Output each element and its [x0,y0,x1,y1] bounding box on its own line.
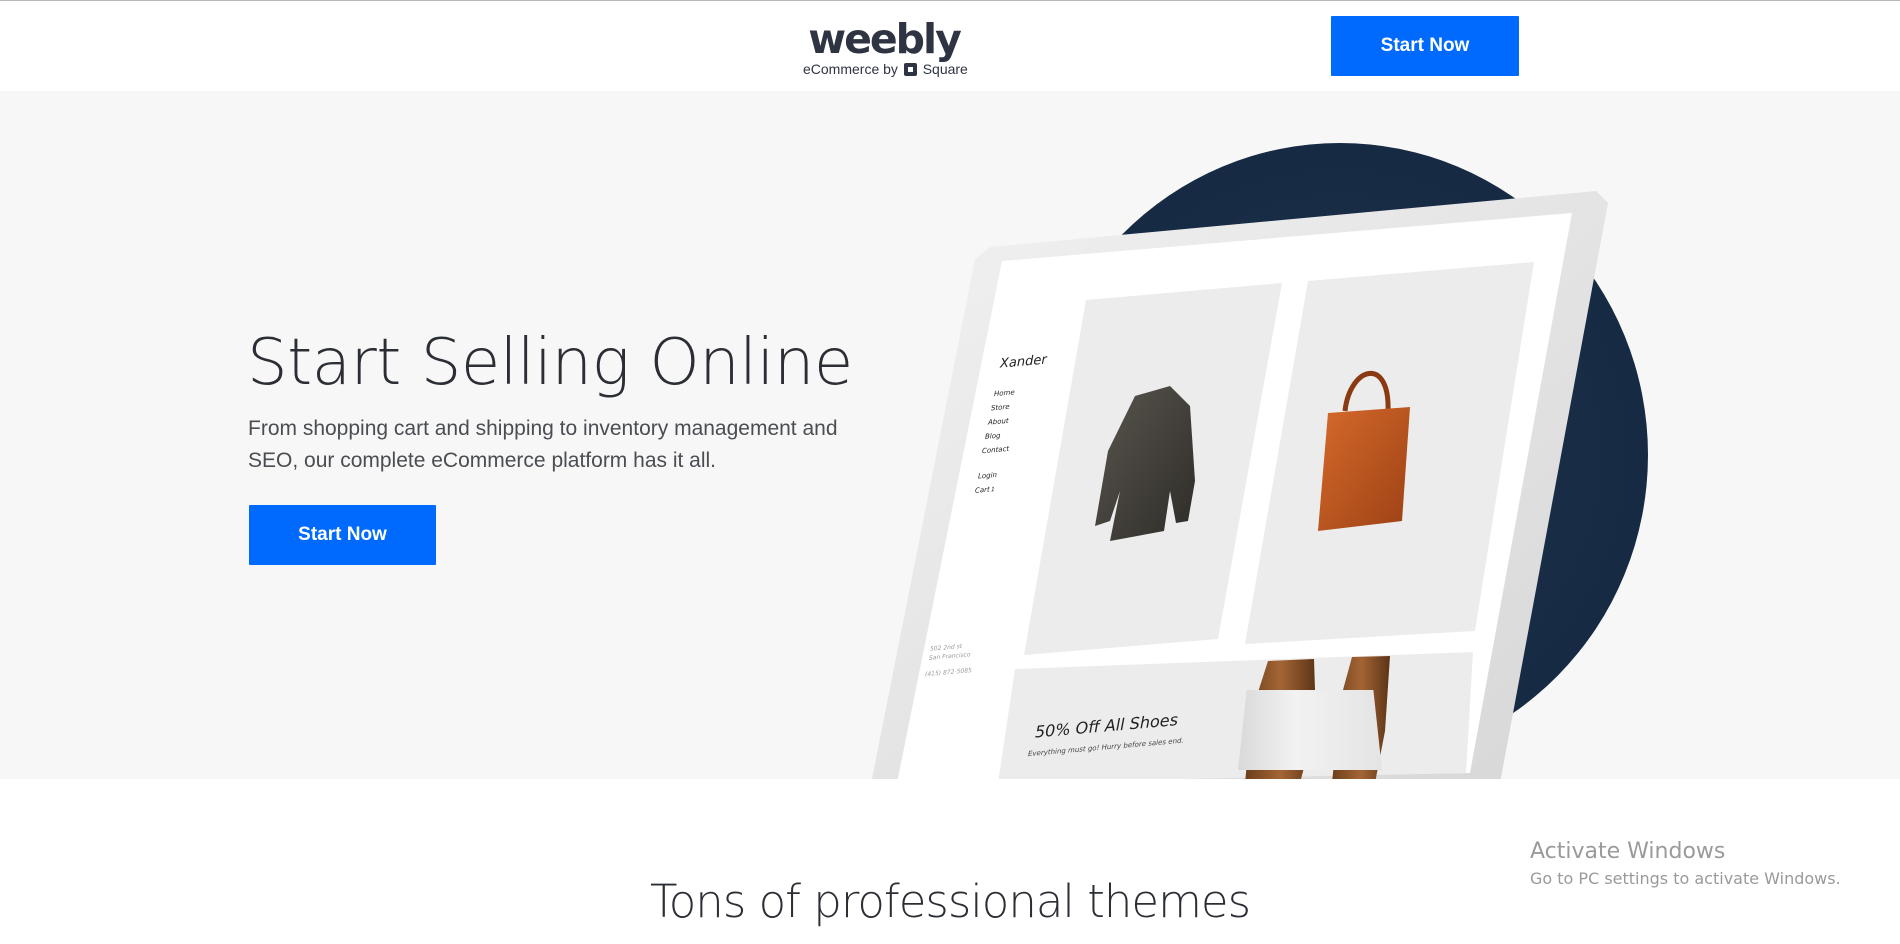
weebly-logo[interactable]: weebly eCommerce by Square [803,15,968,77]
logo-tagline-right: Square [922,61,968,77]
mockup-cart-count: 1 [991,486,995,493]
mockup-login: Login [978,470,997,481]
hero-section: Start Selling Online From shopping cart … [0,91,1900,779]
activate-windows-title: Activate Windows [1530,839,1726,864]
activate-windows-watermark: Activate Windows Go to PC settings to ac… [1530,838,1841,892]
mockup-nav-home: Home [994,387,1015,398]
hero-start-now-button[interactable]: Start Now [249,505,436,565]
mockup-nav-store: Store [991,402,1010,413]
mockup-cart: Cart [975,485,990,495]
site-header: weebly eCommerce by Square Start Now [0,1,1900,91]
activate-windows-subtitle: Go to PC settings to activate Windows. [1530,869,1841,888]
monitor-stand [1238,690,1382,770]
shoes-banner [998,652,1473,779]
logo-wordmark: weebly [808,15,962,63]
hero-description: From shopping cart and shipping to inven… [248,417,838,472]
hero-title: Start Selling Online [247,326,853,400]
mockup-nav-about: About [987,416,1009,427]
square-logo-icon [903,63,917,76]
mockup-nav-blog: Blog [985,431,1001,441]
logo-tagline: eCommerce by Square [803,61,968,77]
logo-tagline-left: eCommerce by [803,61,898,77]
bag-product-image [1318,407,1410,531]
header-start-now-button[interactable]: Start Now [1331,16,1519,76]
monitor-mockup-illustration: Xander Home Store About Blog Contact Log… [871,191,1608,779]
